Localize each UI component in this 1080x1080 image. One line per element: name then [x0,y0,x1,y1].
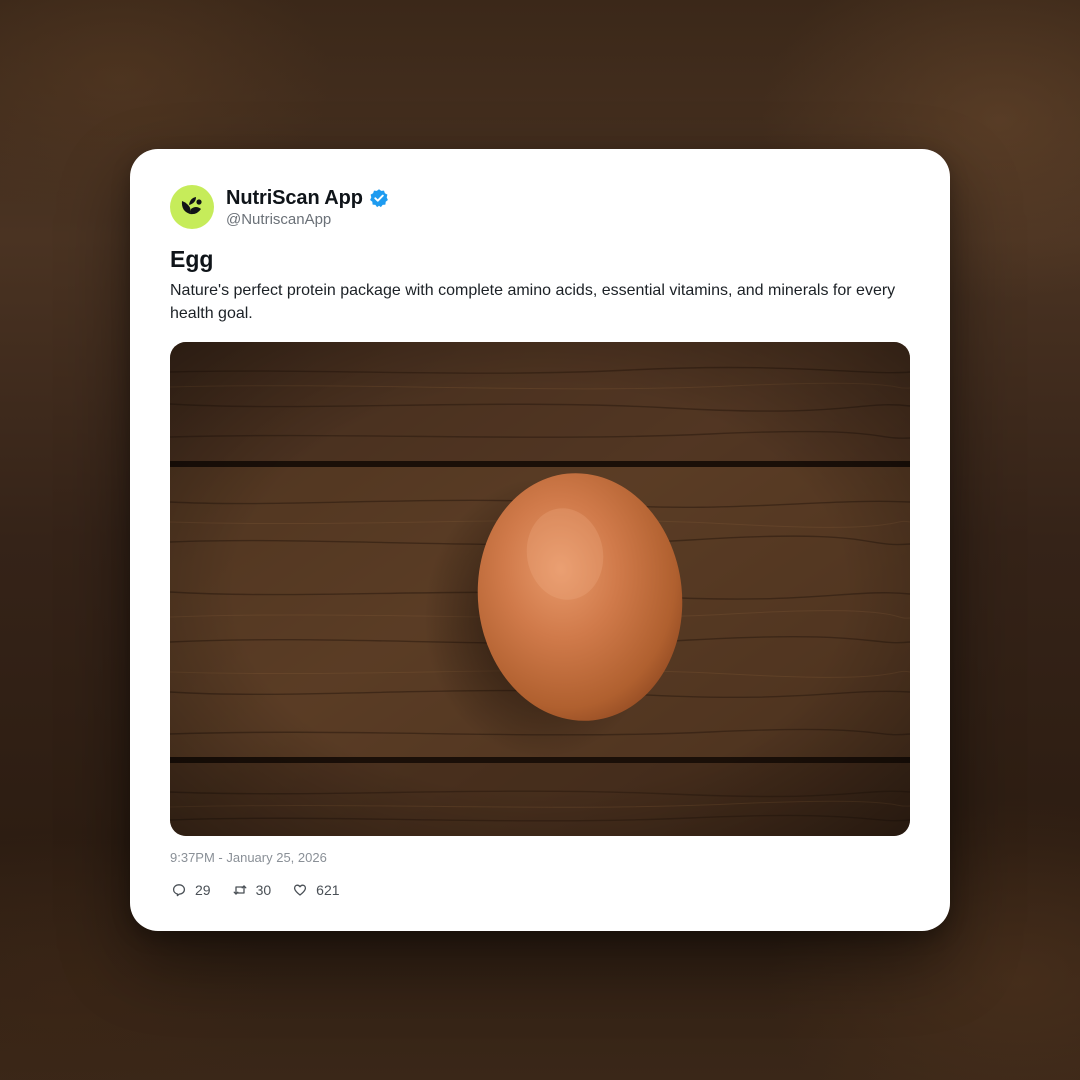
post-image[interactable] [170,342,910,836]
leaf-logo-icon [181,197,202,215]
repost-button[interactable]: 30 [233,882,272,898]
reply-button[interactable]: 29 [172,882,211,898]
display-name[interactable]: NutriScan App [226,187,363,210]
repost-count: 30 [255,882,272,898]
author-block: NutriScan App @NutriscanApp [226,186,389,228]
like-count: 621 [316,882,340,898]
avatar[interactable] [170,185,214,229]
handle[interactable]: @NutriscanApp [226,211,389,228]
post-header: NutriScan App @NutriscanApp [170,185,389,229]
repost-icon [233,883,247,897]
post-card: NutriScan App @NutriscanApp Egg Nature's… [130,149,950,931]
post-timestamp: 9:37PM - January 25, 2026 [170,850,327,865]
post-description: Nature's perfect protein package with co… [170,282,896,322]
name-row: NutriScan App [226,186,389,210]
engagement-bar: 29 30 621 [172,880,362,900]
verified-badge-icon [369,188,389,208]
like-button[interactable]: 621 [293,882,340,898]
post-title: Egg [170,246,214,272]
heart-icon [293,883,307,897]
reply-icon [172,883,186,897]
reply-count: 29 [195,882,211,898]
